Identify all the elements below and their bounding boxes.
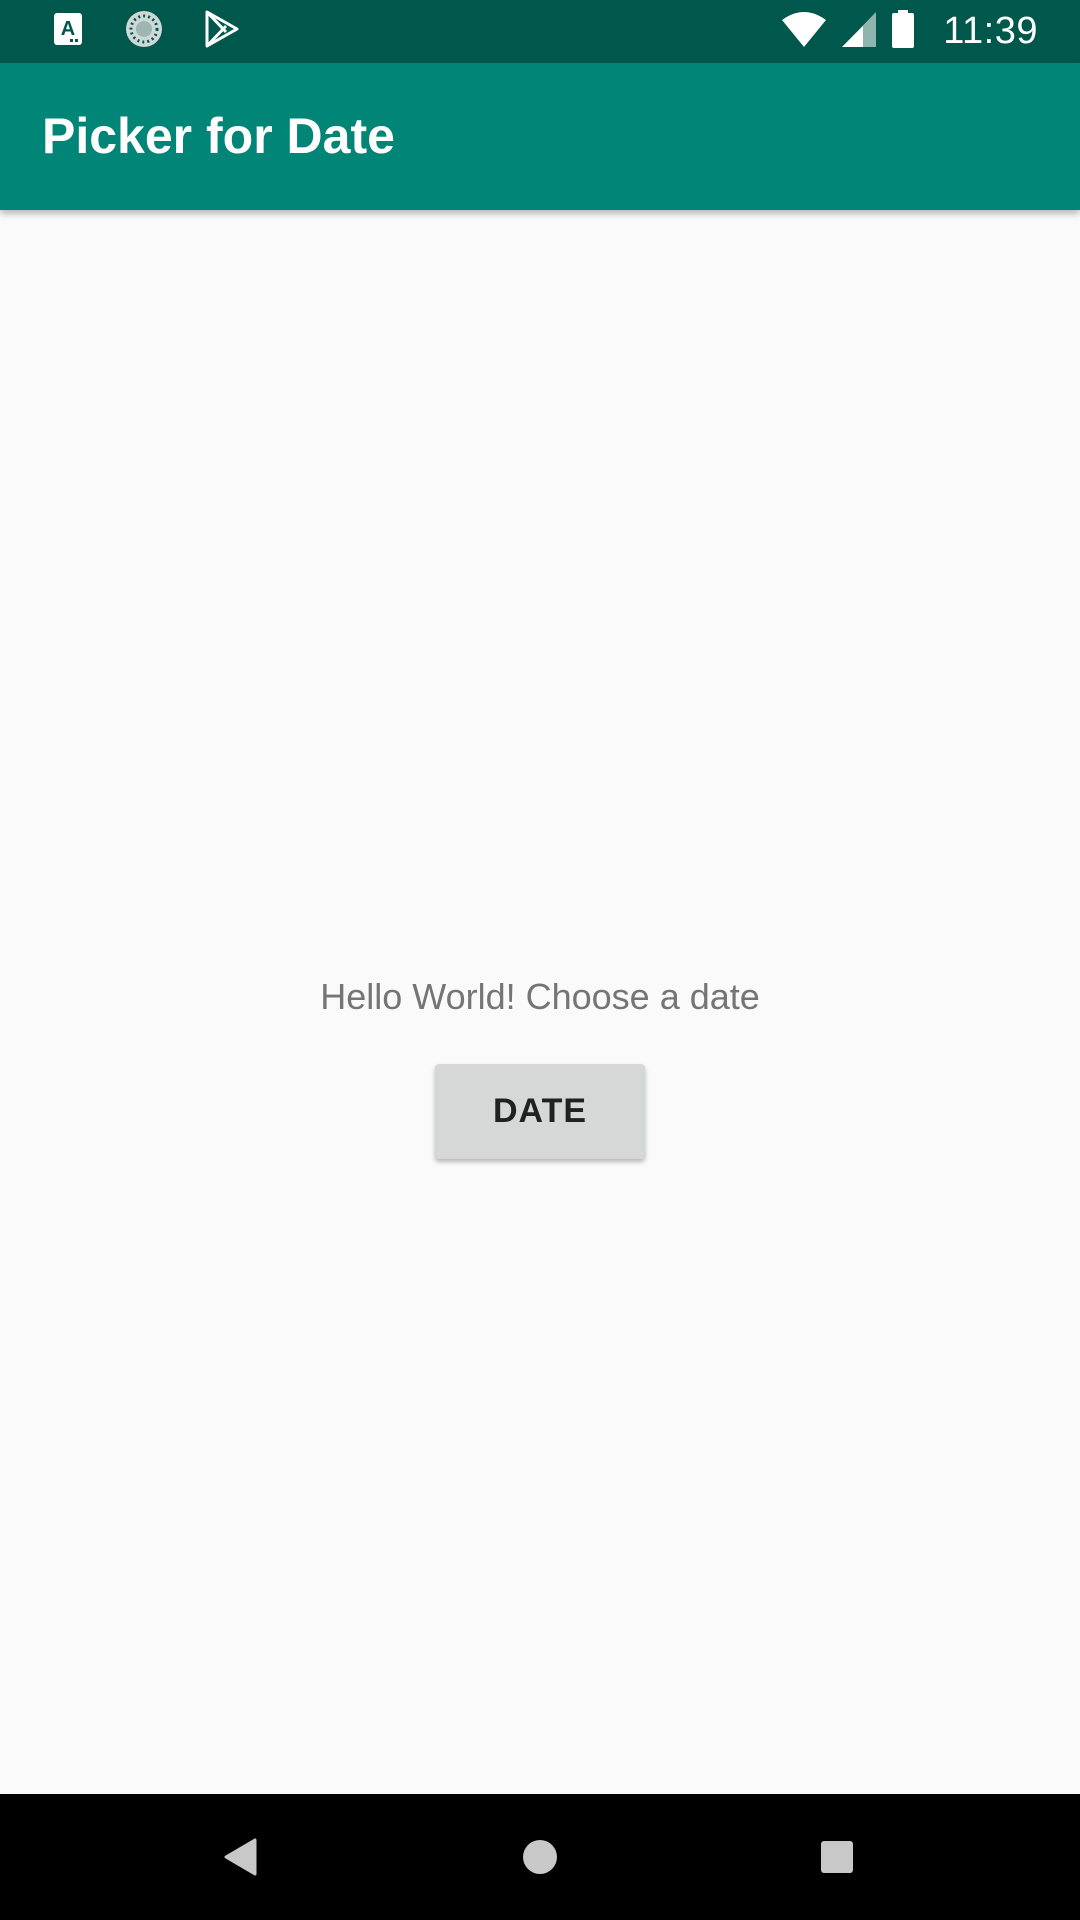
play-store-icon [204, 10, 240, 53]
app-bar: Picker for Date [0, 63, 1080, 210]
status-bar: A 11:39 [0, 0, 1080, 63]
wifi-icon [781, 10, 827, 53]
loading-icon [124, 9, 164, 54]
page-title: Picker for Date [42, 108, 395, 164]
greeting-text: Hello World! Choose a date [320, 976, 760, 1017]
svg-text:A: A [61, 18, 75, 40]
date-button[interactable]: DATE [435, 1064, 645, 1159]
signal-icon [841, 10, 877, 53]
back-icon[interactable] [210, 1827, 270, 1887]
home-icon[interactable] [510, 1827, 570, 1887]
recents-icon[interactable] [807, 1827, 867, 1887]
navigation-bar [0, 1794, 1080, 1920]
system-icons: 11:39 [781, 8, 1038, 54]
a-keyboard-icon: A [52, 11, 84, 52]
screen: A 11:39 Picker for Date Hello World! Cho… [0, 0, 1080, 1920]
status-time: 11:39 [943, 9, 1038, 52]
battery-icon [891, 9, 915, 54]
notification-icons: A [52, 10, 240, 52]
